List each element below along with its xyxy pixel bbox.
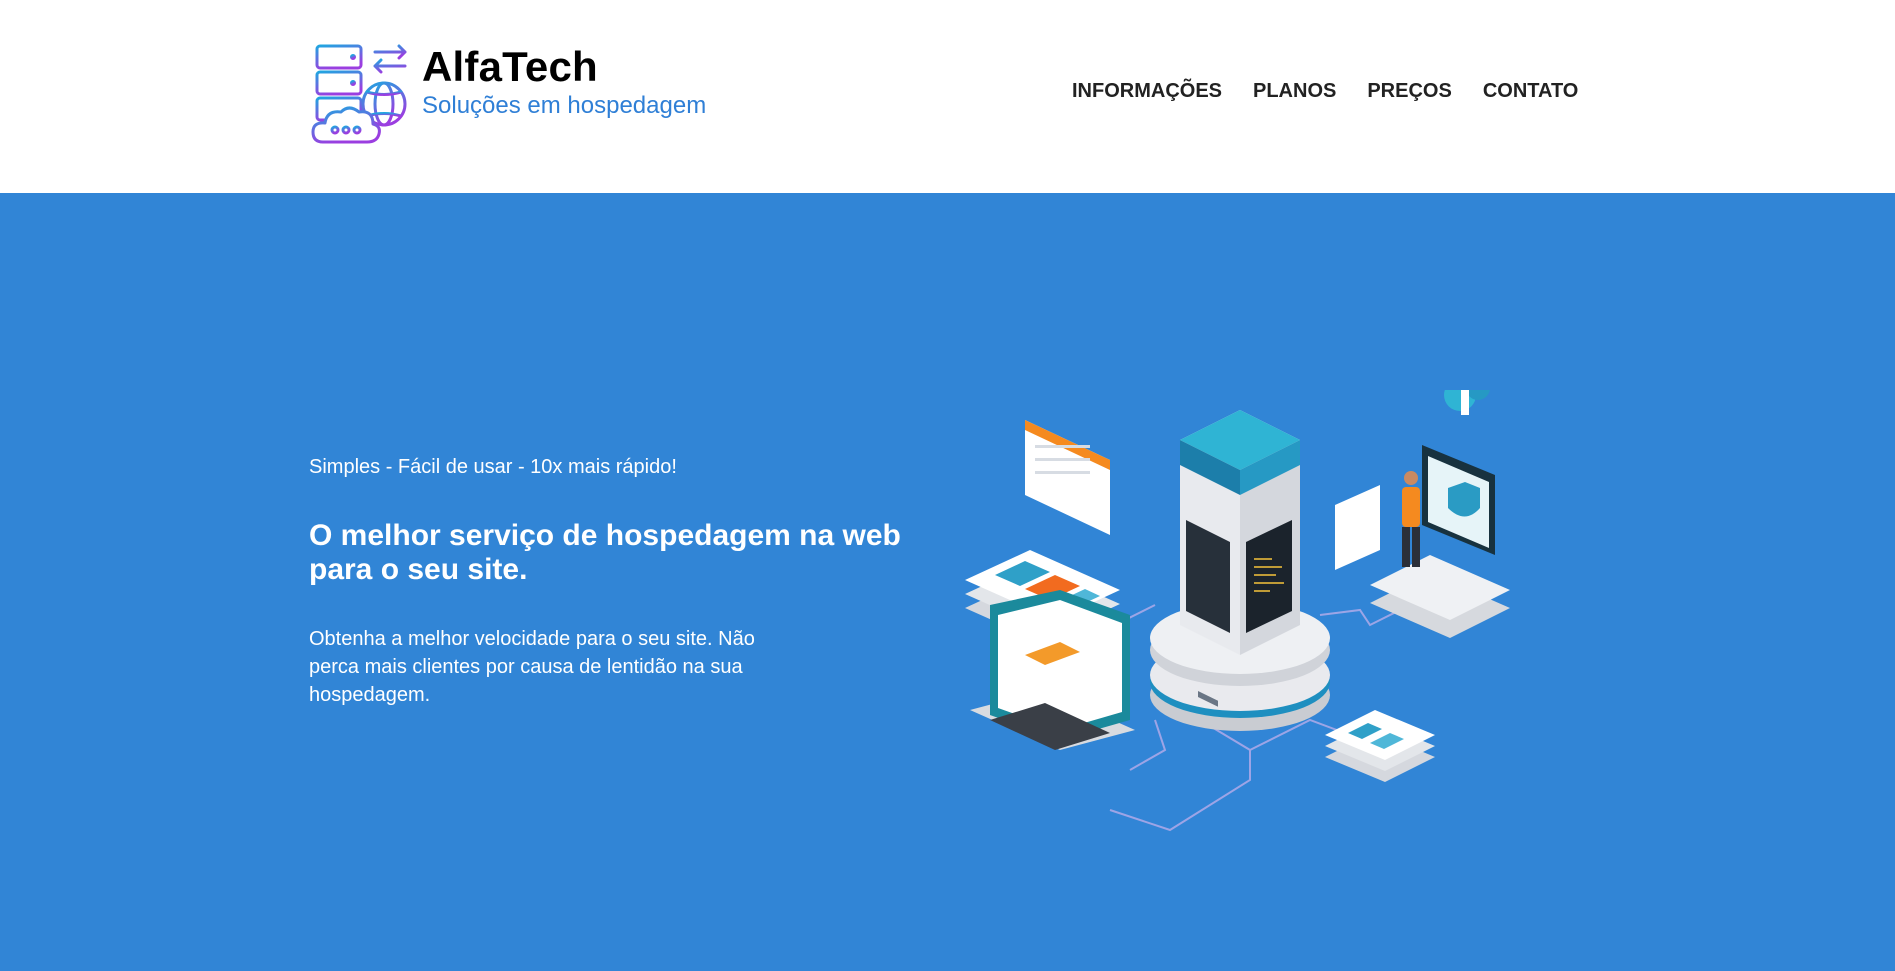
browser-window-top-left <box>1025 420 1110 535</box>
hero-text: Simples - Fácil de usar - 10x mais rápid… <box>309 262 929 709</box>
hosting-network-illustration <box>965 390 1510 832</box>
brand-name: AlfaTech <box>422 43 598 90</box>
main-nav: INFORMAÇÕES PLANOS PREÇOS CONTATO <box>1072 80 1578 103</box>
nav-item-planos[interactable]: PLANOS <box>1253 80 1336 103</box>
logo-text: AlfaTech Soluções em hospedagem <box>422 44 706 121</box>
brand-tagline: Soluções em hospedagem <box>422 92 707 119</box>
site-header: AlfaTech Soluções em hospedagem INFORMAÇ… <box>0 0 1895 193</box>
hero-section <box>0 193 1895 971</box>
tablet-stack-right <box>1325 710 1435 782</box>
hero-title: O melhor serviço de hospedagem na web pa… <box>309 519 901 586</box>
logo[interactable]: AlfaTech Soluções em hospedagem <box>309 42 706 146</box>
laptop-bottom-left <box>970 590 1135 750</box>
server-globe-cloud-icon <box>311 44 407 144</box>
nav-item-informacoes[interactable]: INFORMAÇÕES <box>1072 80 1222 103</box>
nav-item-precos[interactable]: PREÇOS <box>1367 80 1451 103</box>
person-with-screen <box>1335 390 1510 638</box>
hero-description: Obtenha a melhor velocidade para o seu s… <box>309 628 755 706</box>
nav-item-contato[interactable]: CONTATO <box>1483 80 1579 103</box>
hero-tagline: Simples - Fácil de usar - 10x mais rápid… <box>309 456 677 478</box>
